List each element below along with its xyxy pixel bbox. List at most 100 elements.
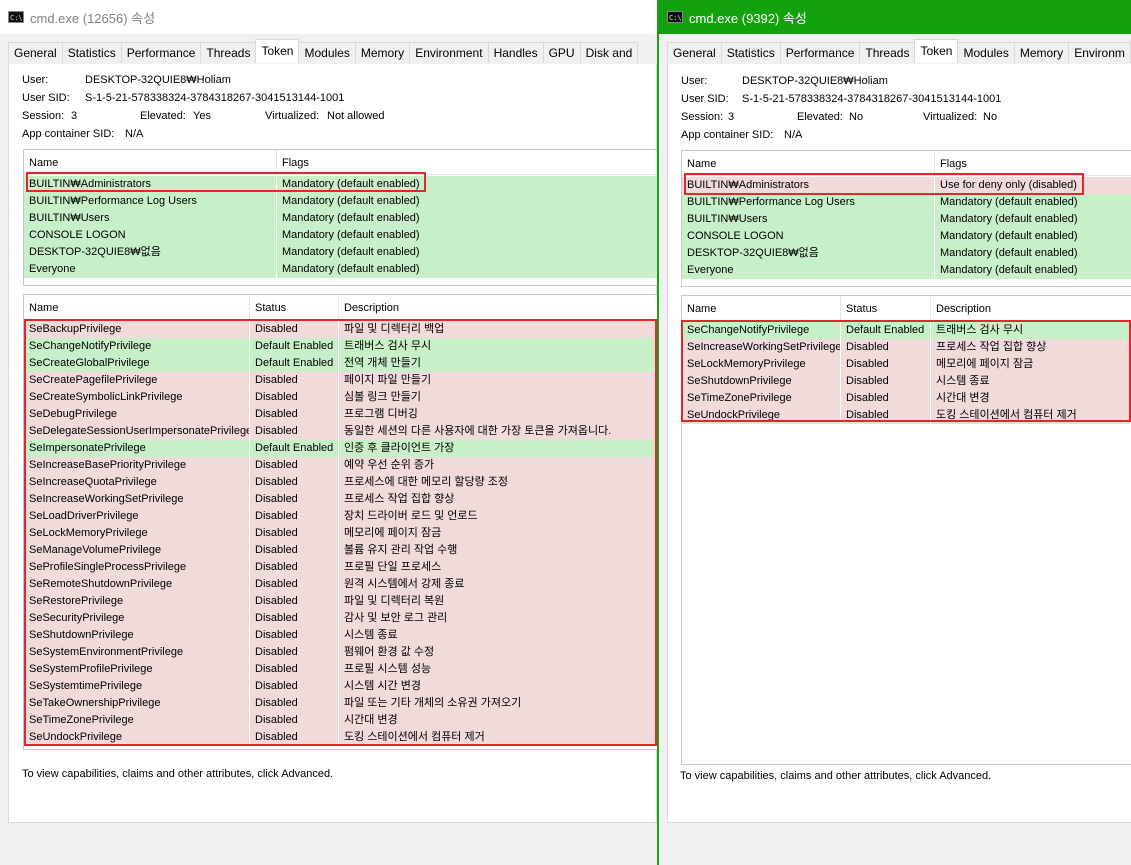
list-item[interactable]: BUILTIN₩Users Mandatory (default enabled) <box>24 210 657 227</box>
cell-desc: 메모리에 페이지 잠금 <box>931 356 1131 373</box>
privileges-list[interactable]: Name Status Description ^ SeChangeNotifyPriv… <box>681 295 1131 765</box>
column-header-status[interactable]: Status <box>250 295 339 319</box>
list-item[interactable]: SeRemoteShutdownPrivilege Disabled 원격 시스템에… <box>24 576 657 593</box>
cell-status: Disabled <box>250 423 339 440</box>
list-item[interactable]: SeShutdownPrivilege Disabled 시스템 종료 <box>24 627 657 644</box>
cell-status: Disabled <box>250 695 339 712</box>
cell-name: SeIncreaseWorkingSetPrivilege <box>24 491 250 508</box>
sid-value: S-1-5-21-578338324-3784318267-3041513144… <box>742 93 1002 105</box>
tab-modules[interactable]: Modules <box>957 42 1015 63</box>
list-item[interactable]: SeIncreaseWorkingSetPrivilege Disabled 프로세… <box>24 491 657 508</box>
tab-threads[interactable]: Threads <box>859 42 916 63</box>
list-item[interactable]: DESKTOP-32QUIE8₩없음 Mandatory (default ena… <box>24 244 657 261</box>
cell-name: CONSOLE LOGON <box>24 227 277 244</box>
list-item[interactable]: SeSystemtimePrivilege Disabled 시스템 시간 변경 <box>24 678 657 695</box>
tab-performance[interactable]: Performance <box>120 42 202 63</box>
list-item[interactable]: SeLoadDriverPrivilege Disabled 장치 드라이버 로드 … <box>24 508 657 525</box>
cell-desc: 파일 및 디렉터리 복원 <box>339 593 657 610</box>
cell-name: BUILTIN₩Performance Log Users <box>24 193 277 210</box>
list-item[interactable]: SeUndockPrivilege Disabled 도킹 스테이션에서 컴퓨터 제… <box>682 407 1131 424</box>
tab-token[interactable]: Token <box>255 39 300 63</box>
list-item[interactable]: SeLockMemoryPrivilege Disabled 메모리에 페이지 잠금 <box>682 356 1131 373</box>
list-item[interactable]: SeLockMemoryPrivilege Disabled 메모리에 페이지 잠금 <box>24 525 657 542</box>
tab-memory[interactable]: Memory <box>354 42 411 63</box>
list-item[interactable]: SeImpersonatePrivilege Default Enabled 인증 … <box>24 440 657 457</box>
list-item[interactable]: SeTakeOwnershipPrivilege Disabled 파일 또는 기타… <box>24 695 657 712</box>
list-item[interactable]: CONSOLE LOGON Mandatory (default enabled) <box>682 228 1131 245</box>
list-item[interactable]: SeUndockPrivilege Disabled 도킹 스테이션에서 컴퓨터 제… <box>24 729 657 746</box>
list-item[interactable]: Everyone Mandatory (default enabled) <box>24 261 657 278</box>
tab-modules[interactable]: Modules <box>298 42 356 63</box>
tab-general[interactable]: General <box>8 42 63 63</box>
list-item[interactable]: SeIncreaseWorkingSetPrivilege Disabled 프로세… <box>682 339 1131 356</box>
cell-desc: 심볼 링크 만들기 <box>339 389 657 406</box>
sid-label: User SID: <box>22 92 70 104</box>
cell-desc: 도킹 스테이션에서 컴퓨터 제거 <box>931 407 1131 424</box>
list-item[interactable]: SeSecurityPrivilege Disabled 감사 및 보안 로그 관리 <box>24 610 657 627</box>
groups-list[interactable]: Name Flags ^ BUILTIN₩Administrators Mandator… <box>23 149 657 286</box>
column-header-status[interactable]: Status <box>841 296 931 320</box>
groups-list[interactable]: Name Flags ^ BUILTIN₩Administrators Use for … <box>681 150 1131 287</box>
list-item[interactable]: SeDebugPrivilege Disabled 프로그램 디버깅 <box>24 406 657 423</box>
column-header-description[interactable]: Description <box>339 295 657 319</box>
list-item[interactable]: BUILTIN₩Administrators Mandatory (default… <box>24 176 657 193</box>
column-header-flags[interactable]: Flags <box>935 151 1131 175</box>
list-item[interactable]: SeTimeZonePrivilege Disabled 시간대 변경 <box>682 390 1131 407</box>
cell-desc: 펌웨어 환경 값 수정 <box>339 644 657 661</box>
list-item[interactable]: SeProfileSingleProcessPrivilege Disabled 프… <box>24 559 657 576</box>
list-header: Name Status Description ^ <box>682 296 1131 321</box>
list-item[interactable]: SeCreateGlobalPrivilege Default Enabled 전역… <box>24 355 657 372</box>
list-item[interactable]: SeSystemEnvironmentPrivilege Disabled 펌웨어 … <box>24 644 657 661</box>
column-header-flags[interactable]: Flags <box>277 150 657 174</box>
title-bar[interactable]: C:\ cmd.exe (12656) 속성 <box>0 0 657 34</box>
cell-status: Disabled <box>250 678 339 695</box>
properties-window-9392: C:\ cmd.exe (9392) 속성 General Statistics P… <box>657 0 1131 865</box>
list-item[interactable]: SeDelegateSessionUserImpersonatePrivileg… <box>24 423 657 440</box>
list-item[interactable]: BUILTIN₩Performance Log Users Mandatory (… <box>24 193 657 210</box>
list-item[interactable]: CONSOLE LOGON Mandatory (default enabled) <box>24 227 657 244</box>
tab-statistics[interactable]: Statistics <box>61 42 122 63</box>
tab-general[interactable]: General <box>667 42 722 63</box>
cell-name: SeTimeZonePrivilege <box>682 390 841 407</box>
cell-status: Default Enabled <box>250 355 339 372</box>
tab-statistics[interactable]: Statistics <box>720 42 781 63</box>
cell-desc: 원격 시스템에서 강제 종료 <box>339 576 657 593</box>
cmd-icon: C:\ <box>667 11 683 23</box>
list-item[interactable]: BUILTIN₩Performance Log Users Mandatory (… <box>682 194 1131 211</box>
tab-memory[interactable]: Memory <box>1013 42 1070 63</box>
privileges-list[interactable]: Name Status Description ^ SeBackupPrivilege D… <box>23 294 657 750</box>
list-item[interactable]: SeChangeNotifyPrivilege Default Enabled 트래… <box>24 338 657 355</box>
cell-desc: 프로필 시스템 성능 <box>339 661 657 678</box>
list-item[interactable]: BUILTIN₩Users Mandatory (default enabled) <box>682 211 1131 228</box>
list-item[interactable]: SeRestorePrivilege Disabled 파일 및 디렉터리 복원 <box>24 593 657 610</box>
list-item[interactable]: SeManageVolumePrivilege Disabled 볼륨 유지 관리 … <box>24 542 657 559</box>
list-item[interactable]: SeTimeZonePrivilege Disabled 시간대 변경 <box>24 712 657 729</box>
list-header: Name Flags ^ <box>24 150 657 175</box>
tab-gpu[interactable]: GPU <box>542 42 581 63</box>
virtualized-label: Virtualized: <box>923 111 978 123</box>
list-item[interactable]: SeIncreaseBasePriorityPrivilege Disabled 예… <box>24 457 657 474</box>
list-item[interactable]: DESKTOP-32QUIE8₩없음 Mandatory (default ena… <box>682 245 1131 262</box>
tab-performance[interactable]: Performance <box>779 42 861 63</box>
cell-flags: Mandatory (default enabled) <box>277 176 657 193</box>
list-body: SeChangeNotifyPrivilege Default Enabled 트래… <box>682 322 1131 424</box>
tab-handles[interactable]: Handles <box>487 42 544 63</box>
list-item[interactable]: SeCreatePagefilePrivilege Disabled 페이지 파일 … <box>24 372 657 389</box>
tab-environm[interactable]: Environm <box>1068 42 1131 63</box>
title-bar[interactable]: C:\ cmd.exe (9392) 속성 <box>659 0 1131 34</box>
list-item[interactable]: BUILTIN₩Administrators Use for deny only … <box>682 177 1131 194</box>
tab-token[interactable]: Token <box>914 39 959 63</box>
column-header-description[interactable]: Description <box>931 296 1131 320</box>
tab-threads[interactable]: Threads <box>200 42 257 63</box>
list-item[interactable]: SeIncreaseQuotaPrivilege Disabled 프로세스에 대한… <box>24 474 657 491</box>
cell-status: Disabled <box>250 474 339 491</box>
cell-flags: Use for deny only (disabled) <box>935 177 1131 194</box>
list-item[interactable]: SeShutdownPrivilege Disabled 시스템 종료 <box>682 373 1131 390</box>
list-item[interactable]: SeBackupPrivilege Disabled 파일 및 디렉터리 백업 <box>24 321 657 338</box>
list-item[interactable]: Everyone Mandatory (default enabled) <box>682 262 1131 279</box>
list-item[interactable]: SeChangeNotifyPrivilege Default Enabled 트래… <box>682 322 1131 339</box>
list-item[interactable]: SeCreateSymbolicLinkPrivilege Disabled 심볼 … <box>24 389 657 406</box>
list-item[interactable]: SeSystemProfilePrivilege Disabled 프로필 시스템 … <box>24 661 657 678</box>
tab-disk-and[interactable]: Disk and <box>579 42 639 63</box>
tab-environment[interactable]: Environment <box>409 42 489 63</box>
